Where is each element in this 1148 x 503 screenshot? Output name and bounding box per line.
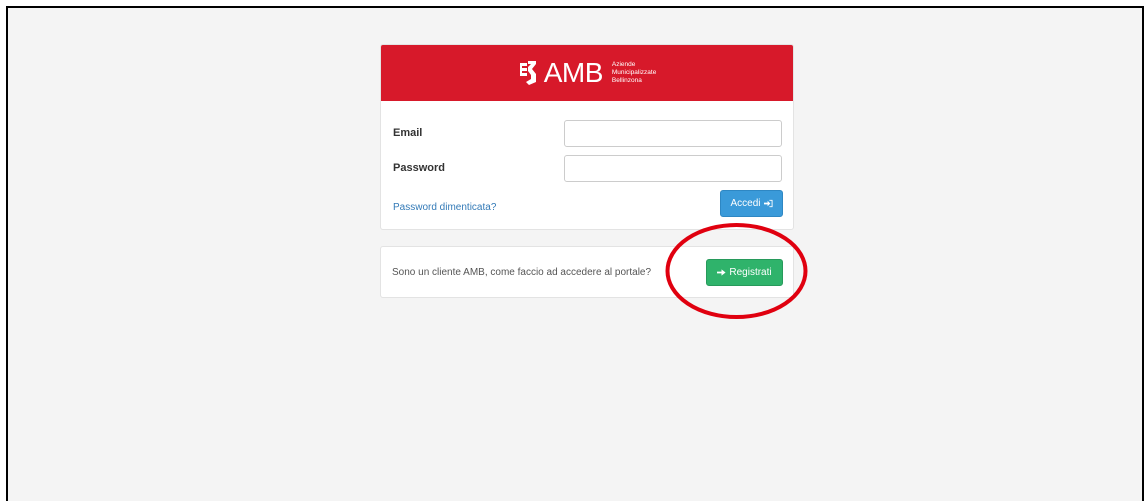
login-button[interactable]: Accedi xyxy=(720,190,783,217)
register-question: Sono un cliente AMB, come faccio ad acce… xyxy=(392,267,652,278)
password-label: Password xyxy=(393,162,445,174)
register-panel: Sono un cliente AMB, come faccio ad acce… xyxy=(380,246,794,298)
sign-in-icon xyxy=(763,199,773,208)
login-button-label: Accedi xyxy=(730,198,761,209)
register-button[interactable]: Registrati xyxy=(706,259,783,286)
brand-name: AMB xyxy=(543,57,604,88)
page-frame: AMB Aziende Municipalizzate Bellinzona E… xyxy=(6,6,1144,501)
brand-tagline-line: Bellinzona xyxy=(611,77,642,84)
forgot-password-link[interactable]: Password dimenticata? xyxy=(393,202,496,213)
arrow-right-icon xyxy=(717,269,726,276)
brand-tagline-line: Municipalizzate xyxy=(611,69,657,76)
register-button-label: Registrati xyxy=(729,267,772,278)
email-label: Email xyxy=(393,127,423,139)
email-field[interactable] xyxy=(564,120,782,147)
password-field[interactable] xyxy=(564,155,782,182)
amb-logo-icon xyxy=(519,61,536,85)
brand-tagline-line: Aziende xyxy=(611,61,636,68)
login-panel: AMB Aziende Municipalizzate Bellinzona E… xyxy=(380,44,794,230)
brand-tagline: Aziende Municipalizzate Bellinzona xyxy=(612,61,656,85)
email-row: Email xyxy=(381,120,793,148)
password-row: Password xyxy=(381,155,793,183)
panel-header: AMB Aziende Municipalizzate Bellinzona xyxy=(381,45,793,101)
